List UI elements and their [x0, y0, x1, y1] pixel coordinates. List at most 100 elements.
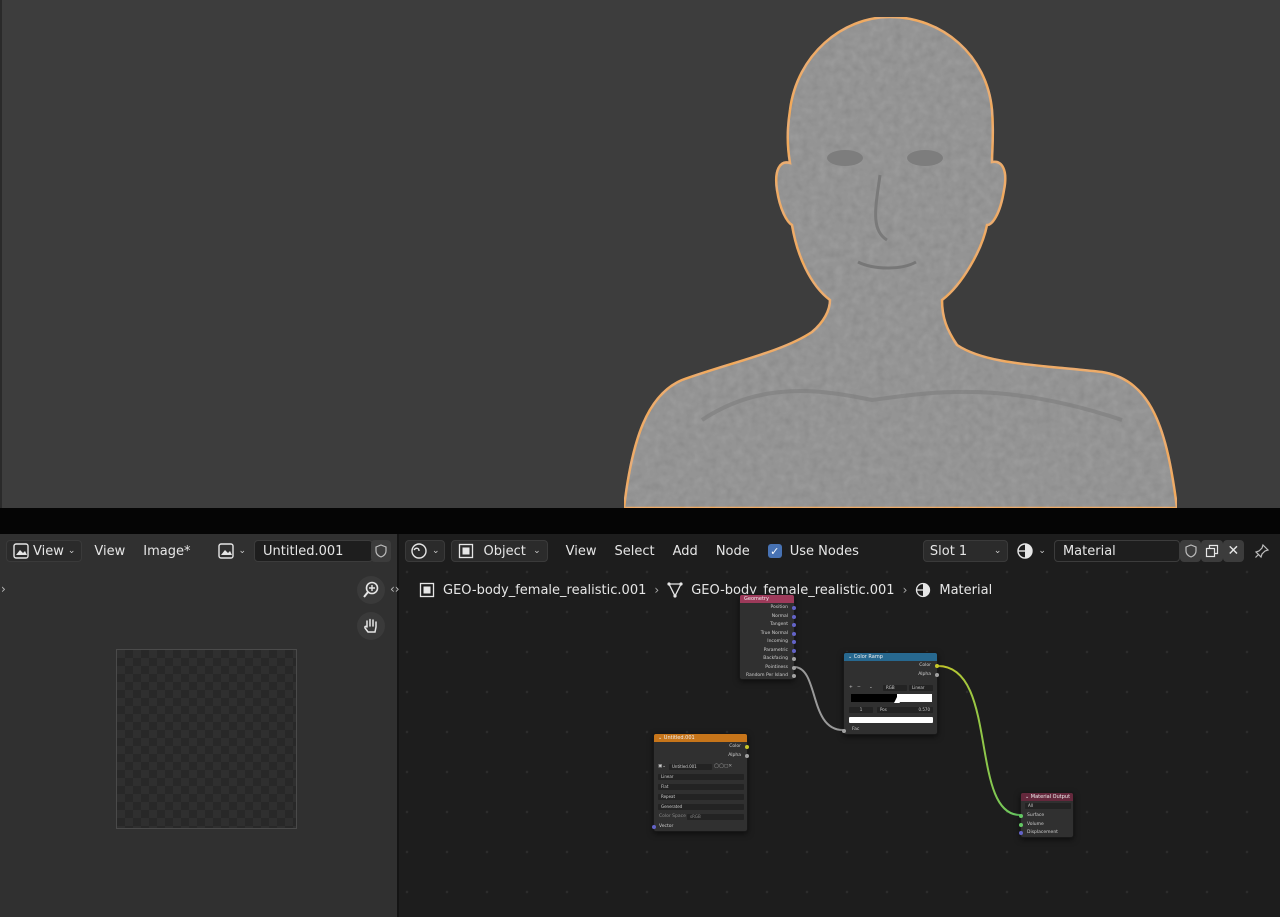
image-name-field[interactable]: Untitled.001 — [254, 540, 374, 562]
socket-parametric[interactable] — [792, 648, 796, 653]
slot-dropdown[interactable]: Slot 1 ⌄ — [922, 540, 1009, 562]
menu-view[interactable]: View — [88, 544, 131, 559]
material-output-node[interactable]: ⌄ Material Output All Surface Volume Dis… — [1019, 792, 1074, 838]
socket-vector[interactable] — [652, 825, 656, 829]
interpolation-dropdown[interactable]: Linear — [909, 685, 933, 691]
fake-user-button[interactable] — [1180, 540, 1202, 562]
projection-dropdown[interactable]: Flat — [658, 784, 744, 790]
link-color-to-surface — [937, 665, 1021, 816]
right-eye-shadow — [907, 150, 943, 166]
input-volume-label: Volume — [1027, 821, 1044, 827]
color-stop-marker-icon[interactable] — [894, 697, 900, 703]
image-texture-node[interactable]: ⌄ Untitled.001 Color Alpha ▣⌄ Untitled.0… — [652, 733, 749, 832]
shader-editor[interactable]: ⌄ Object ⌄ View Select Add Node ✓ Use No… — [390, 534, 1280, 917]
socket-pointiness[interactable] — [792, 665, 796, 670]
left-eye-shadow — [827, 150, 863, 166]
input-vector-label: Vector — [659, 824, 674, 829]
zoom-button[interactable] — [357, 576, 385, 604]
link-pointiness-to-fac — [794, 666, 844, 731]
menu-add[interactable]: Add — [667, 544, 704, 559]
socket-fac[interactable] — [842, 729, 846, 733]
object-mode-label: Object — [483, 543, 526, 559]
socket-displacement[interactable] — [1019, 831, 1023, 835]
pan-button[interactable] — [357, 612, 385, 640]
menu-node[interactable]: Node — [710, 544, 756, 559]
geometry-node[interactable]: Geometry Position Normal Tangent True No… — [739, 594, 796, 680]
socket-color[interactable] — [935, 664, 939, 668]
shader-type-dropdown[interactable]: Object ⌄ — [450, 540, 548, 562]
head-model[interactable] — [622, 15, 1179, 508]
output-normal: Normal — [771, 613, 788, 619]
output-alpha: Alpha — [918, 672, 931, 677]
color-mode-dropdown[interactable]: RGB — [883, 685, 907, 691]
socket-true-normal[interactable] — [792, 631, 796, 636]
material-name-field[interactable]: Material — [1053, 540, 1181, 562]
breadcrumb-material[interactable]: Material — [915, 582, 992, 598]
image-editor-icon — [13, 543, 29, 559]
stop-color-swatch[interactable] — [849, 717, 933, 723]
menu-image[interactable]: Image* — [137, 544, 196, 559]
interpolation-dropdown[interactable]: Linear — [658, 774, 744, 780]
socket-alpha[interactable] — [745, 754, 749, 758]
duplicate-material-button[interactable] — [1201, 540, 1223, 562]
checkmark-icon: ✓ — [767, 544, 782, 558]
socket-random-per-island[interactable] — [792, 674, 796, 678]
shield-icon — [1185, 544, 1197, 558]
output-color: Color — [729, 744, 741, 749]
output-incoming: Incoming — [767, 639, 788, 644]
socket-surface[interactable] — [1019, 814, 1023, 818]
target-dropdown[interactable]: All — [1025, 803, 1071, 809]
color-ramp-gradient[interactable] — [851, 694, 932, 702]
socket-alpha[interactable] — [935, 673, 939, 677]
remove-stop-button[interactable]: − — [857, 685, 861, 690]
image-icon[interactable]: ▣⌄ — [658, 764, 666, 769]
node-header[interactable]: ⌄ Material Output — [1021, 793, 1073, 801]
menu-select[interactable]: Select — [609, 544, 661, 559]
3d-viewport[interactable] — [0, 0, 1280, 508]
texture-image-field[interactable]: Untitled.001 — [669, 764, 712, 770]
output-color: Color — [919, 663, 931, 668]
use-nodes-toggle[interactable]: ✓ Use Nodes — [762, 540, 865, 562]
image-canvas[interactable] — [116, 649, 297, 829]
area-divider[interactable] — [0, 508, 1280, 534]
node-header[interactable]: Geometry — [740, 595, 794, 603]
add-stop-button[interactable]: + — [849, 685, 853, 690]
stop-index-field[interactable]: 1 — [849, 707, 873, 713]
menu-view[interactable]: View — [560, 544, 603, 559]
pin-button[interactable] — [1250, 540, 1274, 562]
output-tangent: Tangent — [770, 622, 788, 627]
color-space-dropdown[interactable]: sRGB — [687, 814, 744, 820]
socket-color[interactable] — [745, 745, 749, 749]
image-actions-icon[interactable]: ◯◯□✕ — [714, 764, 732, 769]
socket-tangent[interactable] — [792, 623, 796, 627]
output-backfacing: Backfacing — [763, 656, 788, 661]
socket-backfacing[interactable] — [792, 657, 796, 661]
extension-dropdown[interactable]: Repeat — [658, 794, 744, 800]
fake-user-button[interactable] — [371, 540, 391, 562]
socket-normal[interactable] — [792, 614, 796, 619]
image-editor[interactable]: View ⌄ View Image* ⌄ Untitled.001 › — [0, 534, 397, 917]
node-header[interactable]: ⌄ Untitled.001 — [654, 734, 747, 742]
breadcrumb-object-label: GEO-body_female_realistic.001 — [443, 582, 647, 598]
unlink-material-button[interactable]: ✕ — [1222, 540, 1244, 562]
source-dropdown[interactable]: Generated — [658, 804, 744, 810]
node-header[interactable]: ⌄ Color Ramp — [844, 653, 937, 661]
socket-incoming[interactable] — [792, 640, 796, 644]
editor-type-button[interactable]: ⌄ — [405, 540, 445, 562]
material-browse-button[interactable]: ⌄ — [1014, 540, 1048, 562]
blender-window: View ⌄ View Image* ⌄ Untitled.001 › ⌄ Ob… — [0, 0, 1280, 917]
object-icon — [458, 543, 473, 559]
color-ramp-node[interactable]: ⌄ Color Ramp Color Alpha + − ⌄ RGB Linea… — [842, 652, 939, 735]
socket-position[interactable] — [792, 606, 796, 610]
image-browse-button[interactable]: ⌄ — [216, 540, 248, 562]
chevron-down-icon: ⌄ — [533, 546, 541, 556]
output-position: Position — [770, 605, 788, 610]
shield-icon — [375, 544, 387, 558]
breadcrumb-object[interactable]: GEO-body_female_realistic.001 — [419, 582, 646, 598]
breadcrumb-separator-icon: › — [902, 583, 908, 597]
stop-position-field[interactable]: Pos 0.570 — [877, 707, 933, 713]
editor-type-button[interactable]: View ⌄ — [6, 540, 83, 562]
ramp-menu-chevron-icon[interactable]: ⌄ — [869, 685, 873, 690]
sidebar-toggle-arrow[interactable]: › — [1, 582, 6, 596]
socket-volume[interactable] — [1019, 822, 1023, 827]
